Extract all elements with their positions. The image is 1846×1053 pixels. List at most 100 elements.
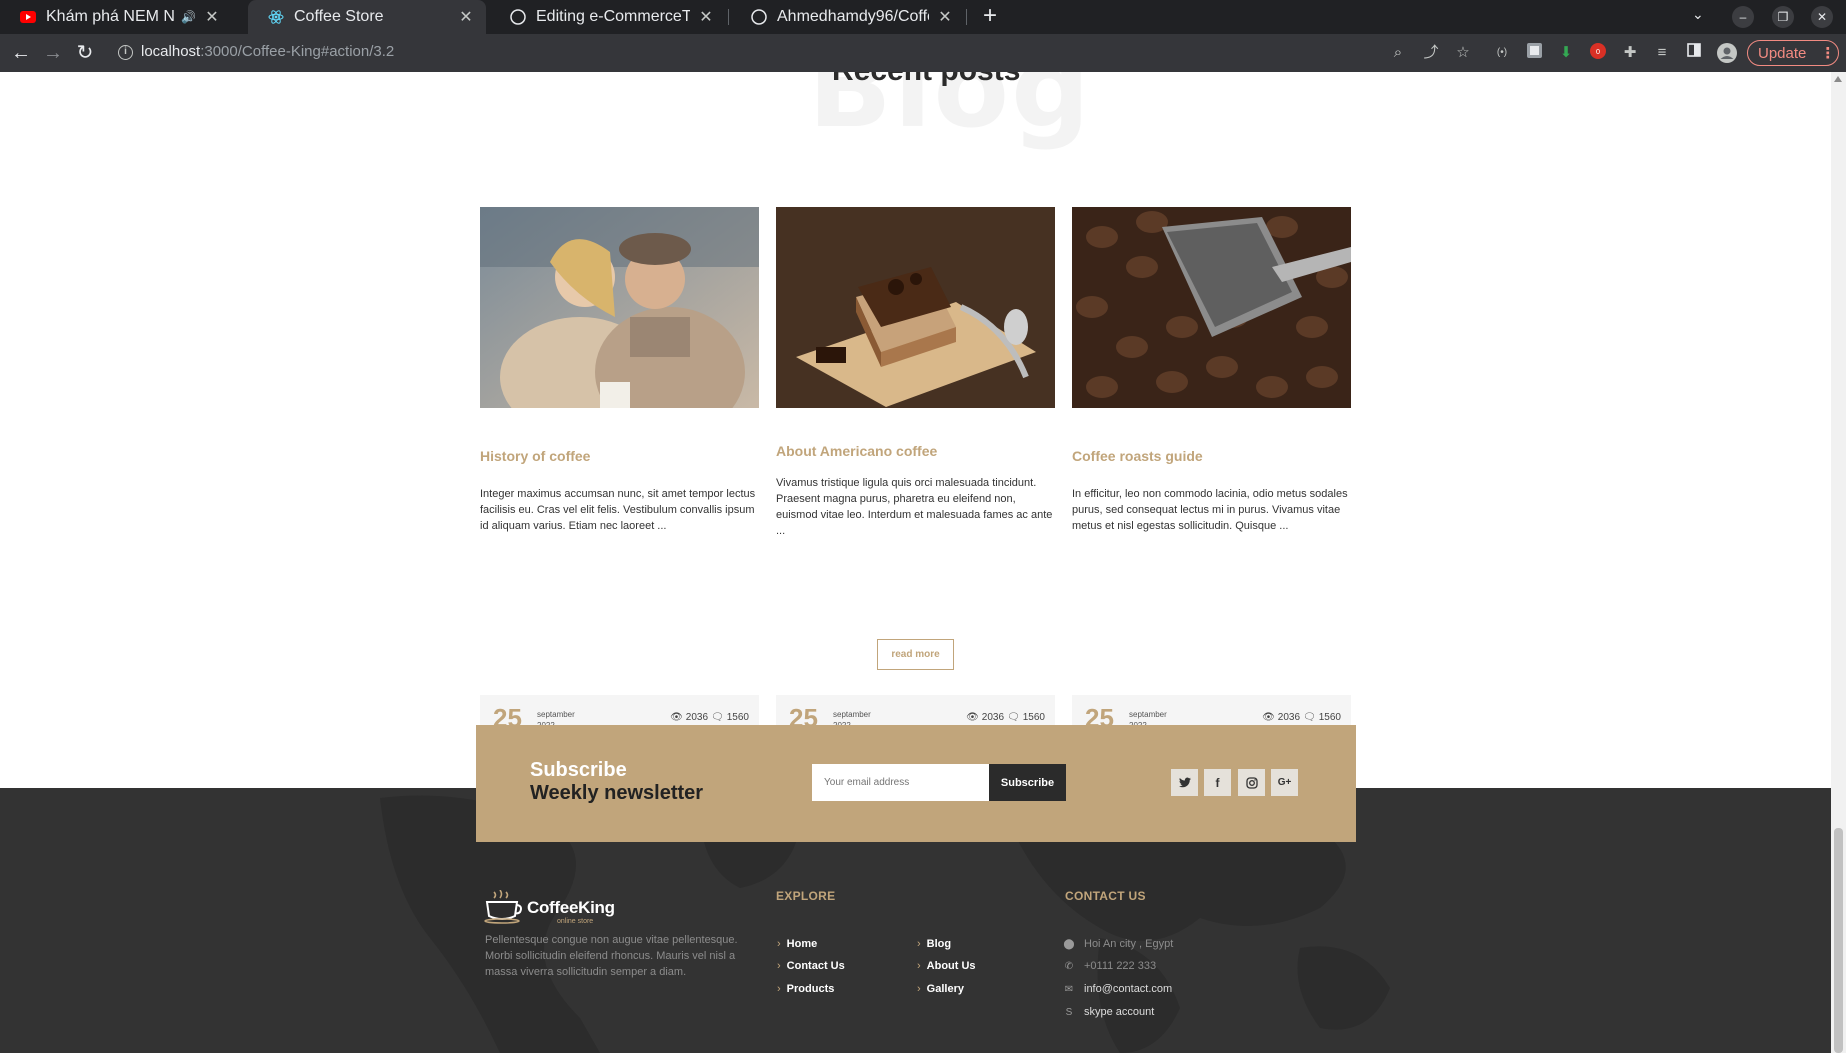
instagram-icon[interactable] [1238,769,1265,796]
github-icon [510,9,526,25]
browser-toolbar: ← → ↻ i localhost:3000/Coffee-King#actio… [0,34,1846,72]
post-views: 2036 [1277,712,1301,723]
new-tab-button[interactable]: + [977,4,1003,30]
site-info-icon[interactable]: i [118,45,133,60]
subscribe-button[interactable]: Subscribe [989,764,1066,801]
reading-list-icon[interactable]: ≡ [1652,43,1672,63]
post-title[interactable]: Coffee roasts guide [1072,448,1203,464]
footer-link-home[interactable]: › Home [777,938,817,950]
contact-phone[interactable]: ✆ +0111 222 333 [1063,960,1156,972]
footer-link-label: About Us [926,960,976,972]
side-panel-icon[interactable] [1684,43,1704,63]
close-tab-icon[interactable]: ✕ [458,7,474,27]
close-window-button[interactable]: ✕ [1811,6,1833,28]
minimize-button[interactable]: – [1732,6,1754,28]
couple-photo[interactable] [480,207,759,408]
post-title[interactable]: History of coffee [480,448,590,464]
contact-text: info@contact.com [1084,983,1173,995]
footer-link-label: Home [786,938,818,950]
close-tab-icon[interactable]: ✕ [937,7,953,27]
contact-email[interactable]: ✉ info@contact.com [1063,983,1172,995]
eye-icon: 👁 [670,712,683,723]
contact-heading: CONTACT US [1065,889,1146,903]
post-views: 2036 [685,712,709,723]
contact-skype[interactable]: Sskype account [1063,1006,1155,1018]
tab-youtube[interactable]: Khám phá NEM NƯỚNG 🔊 ✕ [0,0,232,34]
twitter-icon[interactable] [1171,769,1198,796]
blocker-extension-icon[interactable]: 0 [1588,43,1608,63]
contact-text: +0111 222 333 [1084,960,1157,972]
bookmark-star-icon[interactable]: ☆ [1453,43,1473,63]
mail-icon: ✉ [1064,983,1074,995]
tab-search-chevron-icon[interactable]: ⌄ [1692,6,1704,23]
coffee-beans-photo[interactable] [1072,207,1351,408]
blog-card: About Americano coffee Vivamus tristique… [776,207,1055,741]
google-plus-icon[interactable]: G+ [1271,769,1298,796]
section-heading: Recent posts [832,72,1020,88]
profile-avatar-icon[interactable] [1717,43,1737,63]
post-excerpt: Integer maximus accumsan nunc, sit amet … [480,488,756,532]
subscribe-subtitle: Weekly newsletter [530,782,704,804]
footer-link-label: Blog [926,938,952,950]
download-extension-icon[interactable]: ⬇ [1556,43,1576,63]
tab-title: Ahmedhamdy96/Coffee-K [777,8,929,25]
chevron-right-icon: › [777,983,781,995]
react-icon [268,9,284,25]
comment-icon: 🗨 [1303,712,1316,723]
address-bar[interactable]: localhost:3000/Coffee-King#action/3.2 [141,43,394,60]
footer-link-label: Products [786,983,835,995]
read-more-button[interactable]: read more [877,639,954,670]
back-button[interactable]: ← [9,41,33,65]
comment-icon: 🗨 [711,712,724,723]
share-icon[interactable]: ⤴ [1421,43,1441,63]
puzzle-extensions-icon[interactable]: ✚ [1620,43,1640,63]
audio-icon[interactable]: 🔊 [181,10,196,24]
contact-text: Hoi An city , Egypt [1084,938,1174,950]
footer-link-gallery[interactable]: › Gallery [917,983,964,995]
tab-title: Coffee Store [294,8,384,25]
footer-link-contact[interactable]: › Contact Us [777,960,845,972]
footer-link-label: Contact Us [786,960,845,972]
reload-button[interactable]: ↻ [73,41,97,65]
extension-icon[interactable]: (•) [1492,43,1512,63]
page-scrollbar[interactable] [1831,72,1846,1053]
scroll-up-arrow-icon[interactable] [1834,76,1842,82]
location-icon: ⬤ [1063,938,1075,950]
close-tab-icon[interactable]: ✕ [698,7,714,27]
extension-image-icon[interactable] [1524,43,1544,63]
update-button[interactable]: Update ⋮ [1747,40,1839,66]
footer-link-about[interactable]: › About Us [917,960,976,972]
subscribe-section: Subscribe Weekly newsletter Subscribe f … [476,725,1356,842]
tab-github-repo[interactable]: Ahmedhamdy96/Coffee-K ✕ [731,0,965,34]
restore-button[interactable]: ❐ [1772,6,1794,28]
email-input[interactable] [812,764,989,801]
footer-link-products[interactable]: › Products [777,983,834,995]
tab-coffee-store[interactable]: Coffee Store ✕ [248,0,486,34]
browser-tab-bar: Khám phá NEM NƯỚNG 🔊 ✕ Coffee Store ✕ Ed… [0,0,1846,34]
coffee-cup-icon [484,890,522,924]
post-month: septamber [1129,710,1167,719]
skype-icon: S [1065,1006,1073,1018]
contact-text: skype account [1084,1006,1155,1018]
phone-icon: ✆ [1064,960,1074,972]
url-host: localhost [141,43,201,60]
youtube-icon [20,9,36,25]
logo-name: CoffeeKing [527,898,615,917]
explore-heading: EXPLORE [776,889,836,903]
tab-separator [966,9,967,25]
post-title[interactable]: About Americano coffee [776,443,937,459]
cake-photo[interactable] [776,207,1055,408]
close-tab-icon[interactable]: ✕ [204,7,220,27]
forward-button[interactable]: → [41,41,65,65]
subscribe-title: Subscribe [530,759,627,781]
url-path: :3000/Coffee-King#action/3.2 [200,43,395,60]
zoom-icon[interactable]: ⌕ [1388,43,1408,63]
post-month: septamber [833,710,871,719]
footer-link-blog[interactable]: › Blog [917,938,951,950]
logo-tagline: online store [557,918,594,925]
facebook-icon[interactable]: f [1204,769,1231,796]
post-excerpt: In efficitur, leo non commodo lacinia, o… [1072,488,1348,532]
post-comments: 1560 [726,712,749,723]
tab-editing-template[interactable]: Editing e-CommerceTemp ✕ [490,0,726,34]
scrollbar-thumb[interactable] [1834,828,1843,1053]
